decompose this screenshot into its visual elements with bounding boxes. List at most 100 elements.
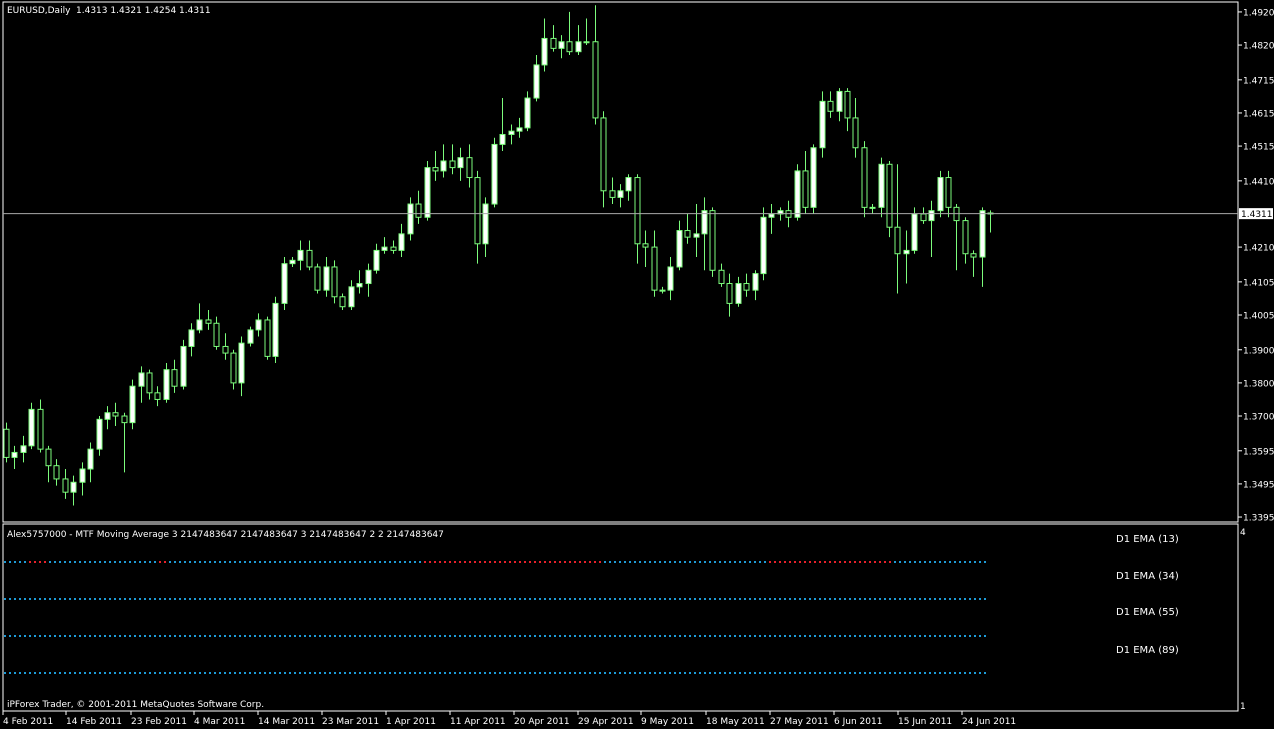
y-tick-label: 1.3495	[1243, 480, 1274, 490]
ema-dot	[199, 561, 201, 563]
ema-dot	[374, 561, 376, 563]
ema-dot	[564, 598, 566, 600]
ema-dot	[774, 635, 776, 637]
ema-dot	[954, 672, 956, 674]
ema-dot	[109, 561, 111, 563]
ema-dot	[449, 635, 451, 637]
ema-dot	[244, 561, 246, 563]
ema-dot	[164, 598, 166, 600]
candle-body	[634, 177, 641, 245]
ema-dot	[709, 598, 711, 600]
ema-dot	[929, 598, 931, 600]
ema-dot	[599, 561, 601, 563]
ema-dot	[939, 635, 941, 637]
ema-dot	[769, 672, 771, 674]
ema-dot	[564, 561, 566, 563]
ema-dot	[604, 672, 606, 674]
ema-dot	[304, 635, 306, 637]
ema-dot	[269, 598, 271, 600]
ema-dot	[69, 561, 71, 563]
ema-dot	[244, 598, 246, 600]
ema-dot	[934, 635, 936, 637]
ema-dot	[389, 672, 391, 674]
ema-dot	[979, 598, 981, 600]
ema-dot	[194, 672, 196, 674]
ema-dot	[499, 635, 501, 637]
ema-dot	[204, 672, 206, 674]
ema-dot	[709, 672, 711, 674]
ema-dot	[629, 672, 631, 674]
ema-dot	[649, 561, 651, 563]
ema-dot	[414, 672, 416, 674]
ema-dot	[734, 635, 736, 637]
ema-dot	[454, 672, 456, 674]
ema-dot	[664, 561, 666, 563]
ema-dot	[244, 672, 246, 674]
ema-dot	[149, 598, 151, 600]
ema-dot	[159, 672, 161, 674]
ema-dot	[644, 561, 646, 563]
ema-dot	[419, 561, 421, 563]
ema-dot	[9, 561, 11, 563]
ema-dot	[684, 672, 686, 674]
ema-dot	[384, 672, 386, 674]
ema-dot	[379, 561, 381, 563]
ema-dot	[914, 561, 916, 563]
ema-dot	[464, 672, 466, 674]
ema-dot	[314, 635, 316, 637]
ema-dot	[934, 672, 936, 674]
ema-dot	[904, 598, 906, 600]
ema-dot	[814, 561, 816, 563]
ema-dot	[429, 672, 431, 674]
candle-body	[533, 64, 540, 99]
candle-body	[499, 133, 506, 145]
ema-dot	[744, 672, 746, 674]
ema-dot	[654, 672, 656, 674]
candle	[819, 91, 826, 158]
ema-dot	[444, 598, 446, 600]
ema-dot	[584, 635, 586, 637]
ema-dot	[854, 672, 856, 674]
candle-body	[247, 329, 254, 344]
ema-dot	[969, 561, 971, 563]
candle-body	[163, 369, 170, 400]
ema-dot	[699, 561, 701, 563]
candle-body	[516, 127, 523, 132]
ema-dot	[634, 635, 636, 637]
ema-dot	[754, 598, 756, 600]
ema-dot	[969, 635, 971, 637]
ema-dot	[129, 635, 131, 637]
ema-dot	[819, 561, 821, 563]
ema-dot	[459, 635, 461, 637]
ema-dot	[204, 598, 206, 600]
ema-dot	[279, 672, 281, 674]
ema-dot	[124, 635, 126, 637]
ema-dot	[359, 635, 361, 637]
ema-dot	[329, 672, 331, 674]
ema-dot	[439, 635, 441, 637]
ema-dot	[614, 672, 616, 674]
ema-dot	[469, 635, 471, 637]
ema-dot	[154, 561, 156, 563]
ema-dot	[879, 635, 881, 637]
chart-canvas[interactable]: EURUSD,Daily 1.4313 1.4321 1.4254 1.4311…	[0, 0, 1274, 729]
candle-body	[466, 157, 473, 179]
ema-dot	[614, 635, 616, 637]
ema-dot	[64, 672, 66, 674]
candle-body	[642, 243, 649, 248]
ema-dot	[839, 635, 841, 637]
ema-dot	[784, 598, 786, 600]
candle-body	[37, 408, 44, 450]
ema-dot	[334, 598, 336, 600]
ema-dot	[684, 635, 686, 637]
ema-dot	[39, 635, 41, 637]
candle-body	[281, 263, 288, 304]
ema-dot	[284, 598, 286, 600]
ema-dot	[949, 672, 951, 674]
ema-dot	[169, 672, 171, 674]
ema-dot	[729, 635, 731, 637]
ema-dot	[649, 635, 651, 637]
ema-dot	[589, 672, 591, 674]
ema-dot	[209, 672, 211, 674]
ema-dot	[864, 672, 866, 674]
